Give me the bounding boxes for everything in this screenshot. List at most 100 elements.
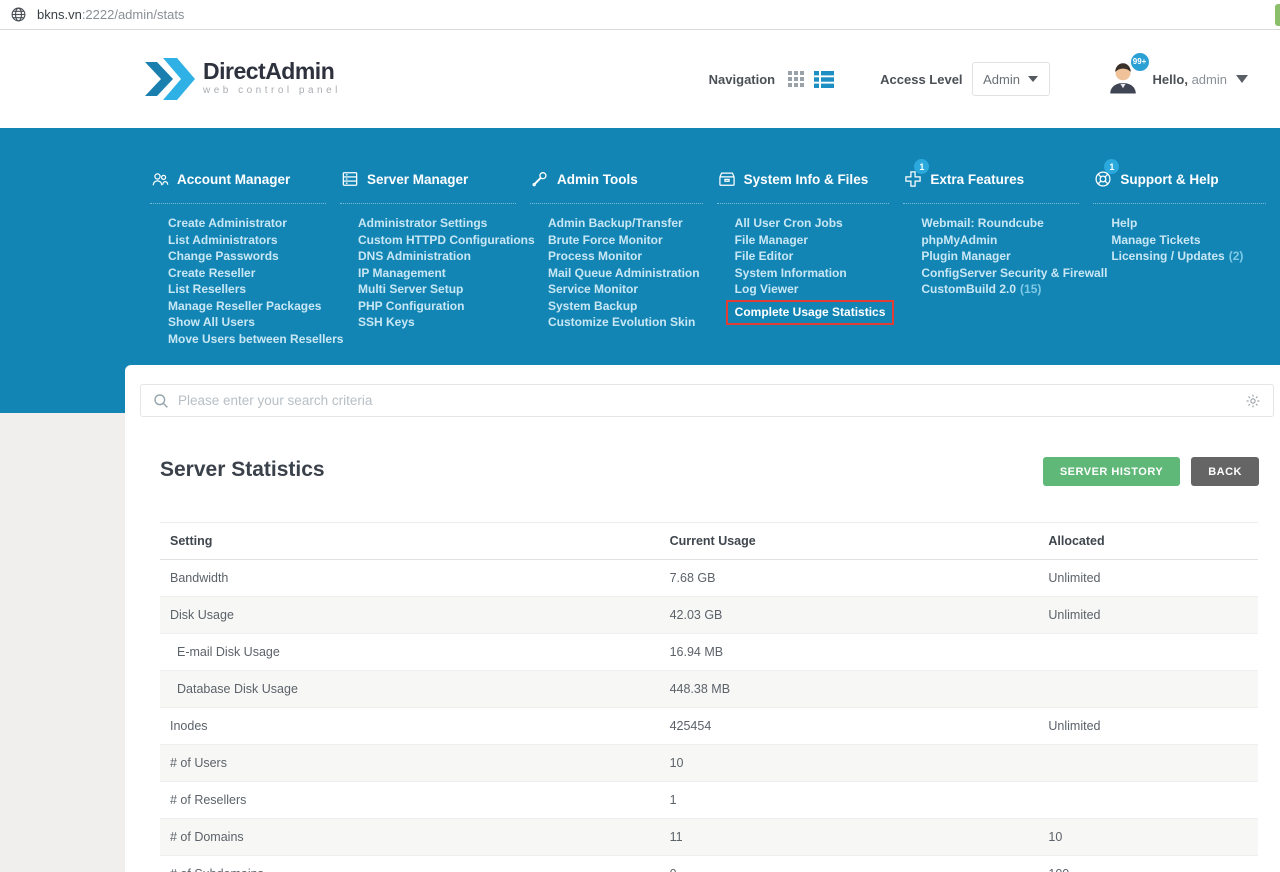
menu-link[interactable]: CustomBuild 2.0 (15) (921, 282, 1041, 296)
menu-link-item: System Backup (548, 298, 717, 315)
menu-link-item: Process Monitor (548, 248, 717, 265)
menu-column: System Info & Files All User Cron Jobs Fil… (716, 168, 904, 347)
menu-category-header[interactable]: 1 Support & Help (1093, 159, 1280, 190)
chevron-down-icon (1027, 76, 1038, 82)
divider (716, 203, 890, 204)
usage-cell: 1 (659, 781, 1039, 819)
menu-link[interactable]: IP Management (358, 266, 446, 280)
server-statistics-table: Setting Current Usage Allocated Bandwidth 7… (160, 522, 1258, 872)
menu-link[interactable]: List Resellers (168, 282, 246, 296)
menu-link-item: Manage Reseller Packages (168, 298, 340, 315)
table-row: # of Users 10 (160, 744, 1258, 782)
menu-link[interactable]: Process Monitor (548, 249, 642, 263)
logo-subtitle: web control panel (203, 85, 341, 96)
divider (150, 203, 326, 204)
menu-column: Account Manager Create Administrator List … (150, 168, 343, 347)
access-level-select[interactable]: Admin (971, 62, 1050, 96)
menu-link[interactable]: PHP Configuration (358, 299, 464, 313)
menu-link[interactable]: Log Viewer (735, 282, 799, 296)
menu-link[interactable]: Administrator Settings (358, 216, 487, 230)
menu-link-label: CustomBuild 2.0 (921, 282, 1017, 296)
user-avatar[interactable]: 99+ (1105, 52, 1149, 100)
menu-category-header[interactable]: Admin Tools (530, 168, 717, 190)
menu-link-label: System Information (734, 265, 847, 280)
menu-link-highlighted[interactable]: Complete Usage Statistics (725, 299, 895, 325)
menu-link[interactable]: Plugin Manager (921, 249, 1010, 263)
menu-link-item: Complete Usage Statistics (725, 299, 904, 325)
menu-link-item: Plugin Manager (921, 248, 1093, 265)
directadmin-logo-icon (145, 58, 195, 100)
usage-cell: 42.03 GB (659, 596, 1039, 634)
link-count-suffix: (2) (1228, 249, 1244, 263)
menu-link[interactable]: Create Reseller (168, 266, 255, 280)
menu-link[interactable]: Manage Reseller Packages (168, 299, 321, 313)
menu-link[interactable]: Customize Evolution Skin (548, 315, 695, 329)
menu-link[interactable]: Licensing / Updates (2) (1111, 249, 1243, 263)
menu-link[interactable]: Service Monitor (548, 282, 638, 296)
table-row: Inodes 425454 Unlimited (160, 707, 1258, 745)
menu-link-item: Create Administrator (168, 215, 340, 232)
grid-view-icon[interactable] (788, 70, 805, 88)
menu-link[interactable]: File Manager (735, 233, 808, 247)
menu-link[interactable]: Brute Force Monitor (548, 233, 663, 247)
menu-link[interactable]: Show All Users (168, 315, 255, 329)
menu-link[interactable]: Manage Tickets (1111, 233, 1200, 247)
menu-link[interactable]: System Backup (548, 299, 637, 313)
settings-gear-icon[interactable] (1245, 393, 1261, 409)
menu-link[interactable]: Multi Server Setup (358, 282, 463, 296)
menu-link-label: Manage Reseller Packages (168, 298, 322, 313)
browser-address-bar[interactable]: bkns.vn:2222/admin/stats (0, 0, 1280, 30)
app-header: DirectAdmin web control panel Navigation (0, 30, 1280, 128)
menu-link[interactable]: System Information (735, 266, 847, 280)
menu-link-item: SSH Keys (358, 314, 530, 331)
menu-category-title: System Info & Files (743, 171, 869, 187)
search-input[interactable] (178, 393, 1245, 408)
back-button[interactable]: BACK (1191, 457, 1259, 486)
server-history-button[interactable]: SERVER HISTORY (1042, 457, 1181, 486)
menu-link[interactable]: phpMyAdmin (921, 233, 997, 247)
category-badge: 1 (1104, 159, 1120, 174)
menu-link[interactable]: File Editor (735, 249, 794, 263)
menu-link[interactable]: DNS Administration (358, 249, 471, 263)
menu-link-item: List Administrators (168, 232, 340, 249)
menu-link[interactable]: SSH Keys (358, 315, 415, 329)
menu-link[interactable]: Help (1111, 216, 1137, 230)
menu-link-label: Plugin Manager (921, 249, 1011, 263)
menu-category-header[interactable]: Account Manager (150, 168, 340, 190)
menu-link[interactable]: Mail Queue Administration (548, 266, 700, 280)
browser-extension-icon[interactable] (1275, 4, 1280, 26)
menu-category-header[interactable]: 1 Extra Features (903, 159, 1093, 190)
menu-link-label: Custom HTTPD Configurations (358, 232, 535, 247)
menu-category-header[interactable]: System Info & Files (717, 168, 904, 190)
menu-link[interactable]: Move Users between Resellers (168, 332, 343, 346)
menu-link[interactable]: Change Passwords (168, 249, 279, 263)
list-view-icon[interactable] (814, 70, 835, 88)
notification-badge[interactable]: 99+ (1130, 52, 1149, 71)
menu-link[interactable]: ConfigServer Security & Firewall (921, 266, 1107, 280)
menu-link[interactable]: Admin Backup/Transfer (548, 216, 683, 230)
setting-cell: Database Disk Usage (160, 670, 660, 708)
setting-cell: Bandwidth (160, 559, 660, 597)
directadmin-logo[interactable]: DirectAdmin web control panel (143, 56, 341, 102)
menu-category-header[interactable]: Server Manager (340, 168, 530, 190)
menu-link-item: Create Reseller (168, 265, 340, 282)
setting-cell: E-mail Disk Usage (160, 633, 660, 671)
menu-link-label: List Administrators (168, 232, 278, 247)
menu-link-label: Webmail: Roundcube (921, 216, 1044, 230)
menu-link-item: CustomBuild 2.0 (15) (921, 281, 1093, 298)
menu-link[interactable]: Webmail: Roundcube (921, 216, 1043, 230)
greeting[interactable]: Hello, admin (1153, 72, 1227, 87)
user-menu-caret-icon[interactable] (1236, 75, 1248, 83)
allocated-cell (1038, 744, 1258, 782)
allocated-cell: Unlimited (1038, 559, 1258, 597)
menu-link-item: Log Viewer (735, 281, 904, 298)
table-column-header: Current Usage (659, 522, 1039, 560)
menu-category-title: Account Manager (177, 171, 291, 187)
menu-link[interactable]: Custom HTTPD Configurations (358, 233, 535, 247)
menu-link-item: Change Passwords (168, 248, 340, 265)
menu-link[interactable]: Create Administrator (168, 216, 287, 230)
menu-category-title: Server Manager (367, 171, 469, 187)
menu-link[interactable]: All User Cron Jobs (735, 216, 843, 230)
search-bar[interactable] (140, 384, 1274, 417)
menu-link[interactable]: List Administrators (168, 233, 278, 247)
